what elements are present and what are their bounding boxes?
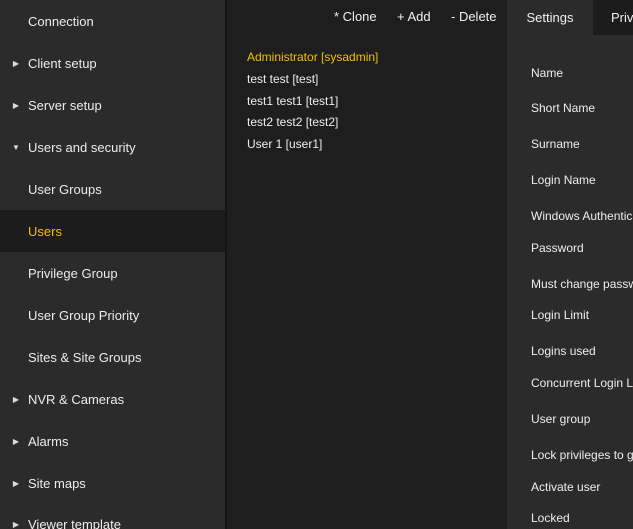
user-group-label: User group [531,412,591,426]
sidebar-item-label: Connection [28,13,94,29]
tab-bar: Settings Privi [507,0,633,35]
delete-button[interactable]: - Delete [451,9,497,24]
sidebar-item-sites[interactable]: Sites & Site Groups [0,336,225,378]
sidebar: Connection ▶ Client setup ▶ Server setup… [0,0,225,529]
user-list-item[interactable]: Administrator [sysadmin] [247,50,378,64]
user-list-item[interactable]: test2 test2 [test2] [247,115,338,129]
sidebar-item-viewer-template[interactable]: ▶ Viewer template [0,503,225,529]
tab-settings[interactable]: Settings [507,0,593,35]
expand-arrow-icon: ▶ [12,100,20,110]
user-list-item[interactable]: test1 test1 [test1] [247,94,338,108]
sidebar-item-label: Client setup [28,55,97,71]
sidebar-item-client-setup[interactable]: ▶ Client setup [0,42,225,84]
sidebar-item-label: User Group Priority [28,307,140,323]
sidebar-item-site-maps[interactable]: ▶ Site maps [0,462,225,504]
clone-button[interactable]: * Clone [334,9,377,24]
collapse-arrow-icon: ▼ [12,142,20,152]
surname-label: Surname [531,137,580,151]
sidebar-item-connection[interactable]: Connection [0,0,225,42]
sidebar-item-label: Alarms [28,433,69,449]
user-list-panel: * Clone + Add - Delete Administrator [sy… [227,0,507,529]
user-list-item[interactable]: User 1 [user1] [247,137,322,151]
password-label: Password [531,241,584,255]
sidebar-item-label: Privilege Group [28,265,118,281]
logins-used-label: Logins used [531,344,596,358]
must-change-password-label: Must change password [531,277,633,291]
expand-arrow-icon: ▶ [12,394,20,404]
sidebar-item-user-group-priority[interactable]: User Group Priority [0,294,225,336]
activate-user-label: Activate user [531,480,601,494]
expand-arrow-icon: ▶ [12,436,20,446]
login-name-label: Login Name [531,173,596,187]
sidebar-item-users-and-security[interactable]: ▼ Users and security [0,126,225,168]
lock-privileges-label: Lock privileges to group [531,448,633,462]
app-window: Connection ▶ Client setup ▶ Server setup… [0,0,633,529]
locked-label: Locked [531,511,570,525]
expand-arrow-icon: ▶ [12,478,20,488]
user-list-item[interactable]: test test [test] [247,72,318,86]
sidebar-item-privilege-group[interactable]: Privilege Group [0,252,225,294]
sidebar-item-label: User Groups [28,181,102,197]
sidebar-item-label: Server setup [28,97,102,113]
name-label: Name [531,66,564,80]
sidebar-item-alarms[interactable]: ▶ Alarms [0,420,225,462]
tab-privileges[interactable]: Privi [593,0,633,35]
sidebar-item-nvr-cameras[interactable]: ▶ NVR & Cameras [0,378,225,420]
login-limit-label: Login Limit [531,308,590,322]
expand-arrow-icon: ▶ [12,58,20,68]
sidebar-item-users[interactable]: Users [0,210,225,252]
concurrent-login-limit-label: Concurrent Login Limit [531,376,633,390]
sidebar-item-label: Site maps [28,475,86,491]
sidebar-item-label: Users [28,223,62,239]
sidebar-item-user-groups[interactable]: User Groups [0,168,225,210]
sidebar-item-server-setup[interactable]: ▶ Server setup [0,84,225,126]
sidebar-item-label: NVR & Cameras [28,391,125,407]
add-button[interactable]: + Add [397,9,431,24]
sidebar-item-label: Viewer template [28,516,121,529]
user-details-panel: Settings Privi Name Short Name Surname L… [507,0,633,529]
expand-arrow-icon: ▶ [12,519,20,529]
short-name-label: Short Name [531,101,596,115]
sidebar-item-label: Sites & Site Groups [28,349,142,365]
sidebar-item-label: Users and security [28,139,136,155]
windows-authentication-label: Windows Authentication [531,209,633,223]
